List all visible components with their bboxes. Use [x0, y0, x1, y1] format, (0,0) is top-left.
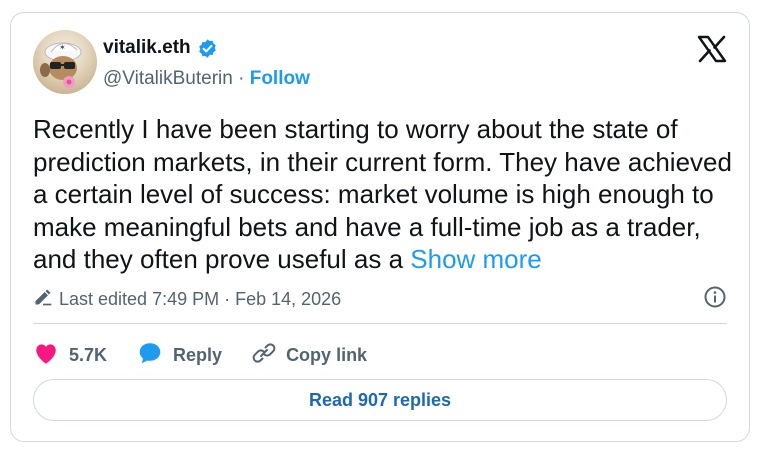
speech-bubble-icon — [137, 341, 163, 370]
last-edited-timestamp[interactable]: Last edited 7:49 PM · Feb 14, 2026 — [59, 289, 341, 310]
handle-separator: · — [238, 68, 245, 89]
avatar-image: ✶ — [40, 42, 82, 88]
info-icon[interactable] — [703, 285, 727, 314]
read-replies-button[interactable]: Read 907 replies — [33, 379, 727, 421]
tweet-body: Recently I have been starting to worry a… — [33, 114, 732, 274]
reply-button[interactable]: Reply — [137, 341, 222, 370]
reply-label: Reply — [173, 345, 223, 365]
divider — [33, 323, 727, 324]
read-replies-label: Read 907 replies — [308, 389, 452, 410]
tweet-meta: Last edited 7:49 PM · Feb 14, 2026 — [33, 287, 341, 312]
author-handle-row: @VitalikButerin · Follow — [103, 68, 310, 90]
avatar[interactable]: ✶ — [33, 30, 97, 94]
like-count: 5.7K — [69, 345, 108, 365]
show-more-link[interactable]: Show more — [410, 244, 542, 274]
author-handle[interactable]: @VitalikButerin — [103, 68, 233, 89]
x-logo-icon[interactable] — [697, 35, 727, 68]
author-name[interactable]: vitalik.eth — [103, 37, 191, 59]
svg-text:✶: ✶ — [59, 43, 66, 52]
verified-badge-icon — [197, 38, 218, 59]
tweet-card: ✶ vitalik.eth @VitalikButerin · Follow R… — [10, 12, 750, 442]
follow-button[interactable]: Follow — [250, 68, 310, 89]
tweet-text: Recently I have been starting to worry a… — [33, 113, 733, 276]
heart-icon — [33, 341, 59, 370]
author-name-row: vitalik.eth — [103, 37, 218, 59]
copy-link-label: Copy link — [286, 345, 368, 365]
link-icon — [252, 341, 276, 370]
pencil-icon — [33, 287, 53, 312]
tweet-actions: 5.7K Reply Copy link — [33, 341, 397, 370]
copy-link-button[interactable]: Copy link — [252, 341, 367, 370]
like-button[interactable]: 5.7K — [33, 341, 107, 370]
